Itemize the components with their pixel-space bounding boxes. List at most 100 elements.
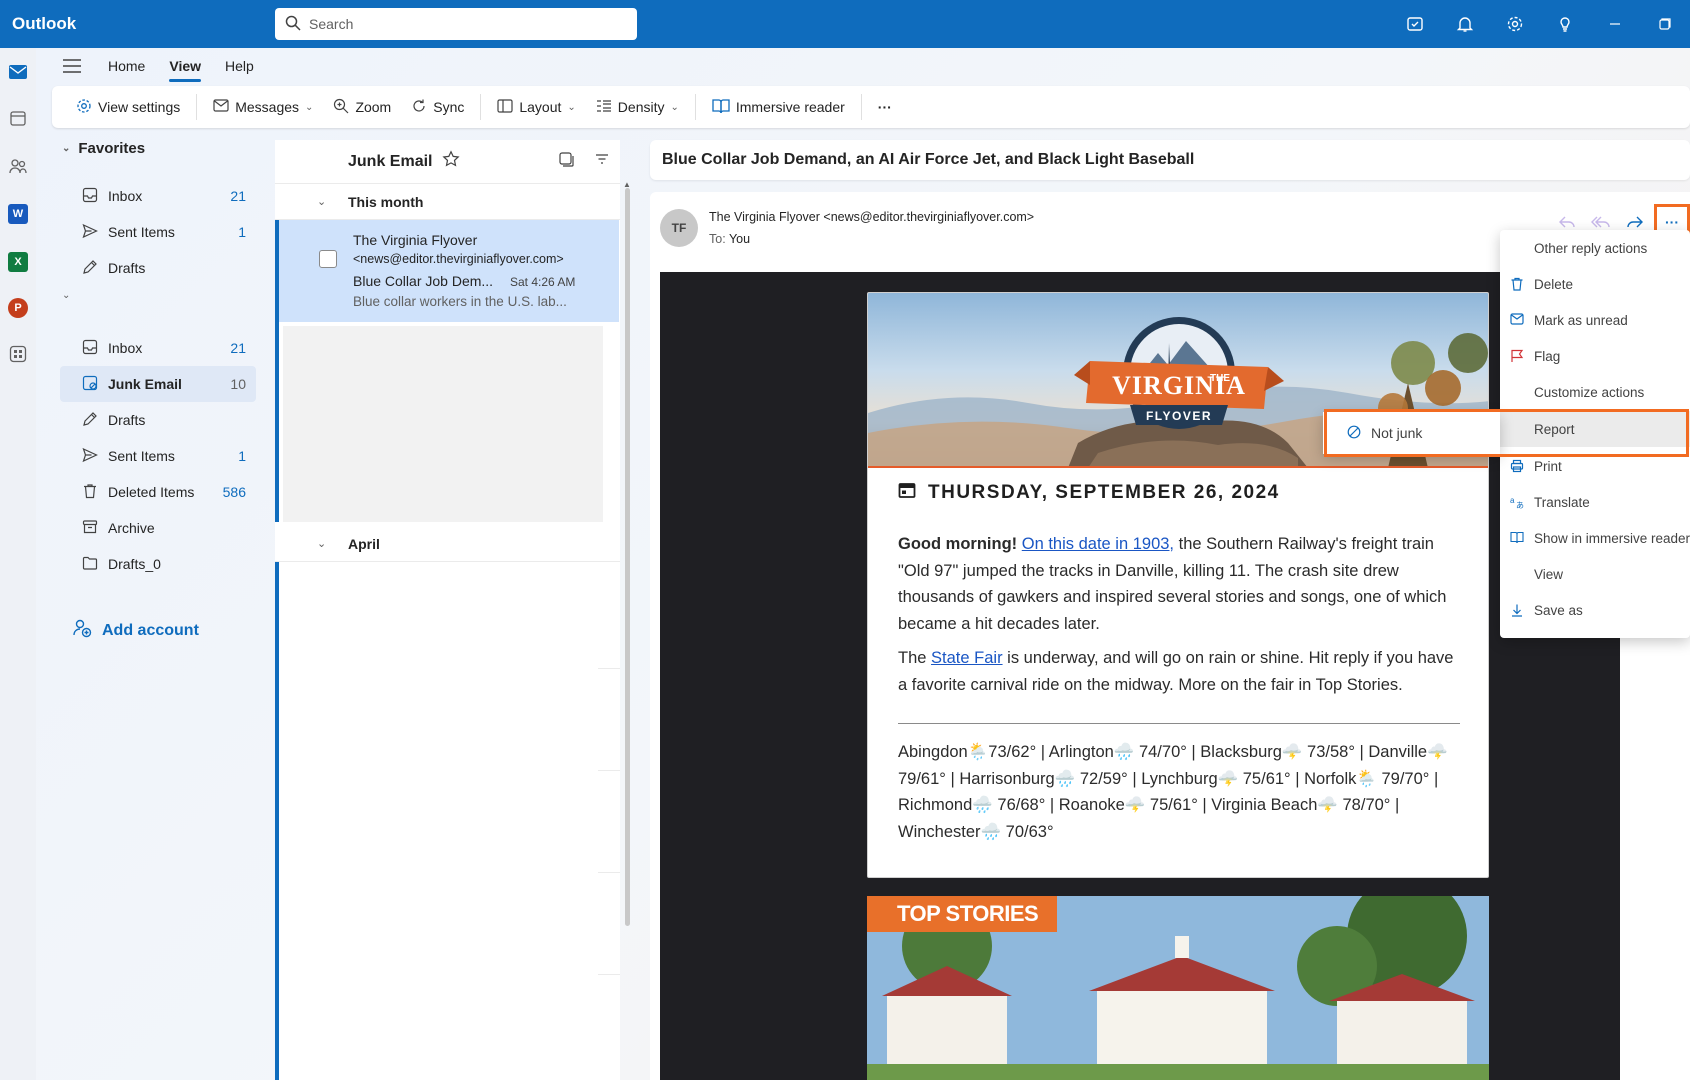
- folder-item-drafts[interactable]: Drafts: [60, 402, 256, 438]
- not-junk-option[interactable]: Not junk: [1371, 425, 1422, 441]
- avatar[interactable]: TF: [660, 209, 698, 247]
- layout-button[interactable]: Layout ⌄: [487, 86, 585, 128]
- archive-icon: [82, 519, 98, 538]
- message-checkbox[interactable]: [319, 250, 337, 268]
- favorites-header[interactable]: ⌄ Favorites: [62, 140, 145, 157]
- menu-item-other-reply-actions[interactable]: Other reply actions: [1500, 230, 1690, 266]
- density-icon: [596, 99, 612, 116]
- menu-item-mark-as-unread[interactable]: Mark as unread: [1500, 302, 1690, 338]
- messages-button[interactable]: Messages ⌄: [203, 86, 323, 128]
- menu-item-label: Save as: [1534, 602, 1583, 618]
- folder-title: Junk Email: [348, 152, 433, 170]
- menu-item-show-in-immersive-reader[interactable]: Show in immersive reader: [1500, 520, 1690, 556]
- mail-app-icon[interactable]: [6, 60, 30, 84]
- add-account-label: Add account: [102, 621, 199, 639]
- account-header[interactable]: ⌄: [62, 290, 70, 301]
- group-header-this-month[interactable]: ⌄ This month: [275, 184, 620, 220]
- zoom-icon: [333, 98, 349, 117]
- printer-icon: [1510, 459, 1524, 476]
- folder-item-favorite-inbox[interactable]: Inbox 21: [60, 178, 256, 214]
- app-name[interactable]: Outlook: [12, 14, 275, 34]
- message-subject: Blue Collar Job Dem...: [353, 273, 494, 289]
- density-button[interactable]: Density ⌄: [586, 86, 689, 128]
- scrollbar[interactable]: [625, 188, 630, 926]
- tab-help[interactable]: Help: [213, 48, 266, 84]
- powerpoint-app-icon[interactable]: P: [6, 296, 30, 320]
- search-placeholder[interactable]: Search: [309, 16, 353, 32]
- excel-app-icon[interactable]: X: [6, 250, 30, 274]
- lightbulb-icon[interactable]: [1540, 0, 1590, 48]
- title-bar: Outlook Search: [0, 0, 1690, 48]
- menu-item-save-as[interactable]: Save as: [1500, 592, 1690, 628]
- state-fair-link[interactable]: State Fair: [931, 649, 1003, 667]
- unread-count: 1: [238, 448, 246, 464]
- view-settings-button[interactable]: View settings: [66, 86, 190, 128]
- hamburger-menu-icon[interactable]: [52, 59, 96, 73]
- bell-icon[interactable]: [1440, 0, 1490, 48]
- loading-placeholder: [283, 326, 603, 522]
- paragraph-2-start: The: [898, 649, 932, 667]
- tab-home[interactable]: Home: [96, 48, 157, 84]
- folder-item-junk-email[interactable]: Junk Email 10: [60, 366, 256, 402]
- star-icon[interactable]: [442, 150, 461, 173]
- gear-icon[interactable]: [1490, 0, 1540, 48]
- immersive-reader-button[interactable]: Immersive reader: [702, 86, 855, 128]
- newsletter-date-row: THURSDAY, SEPTEMBER 26, 2024: [898, 481, 1280, 505]
- menu-item-delete[interactable]: Delete: [1500, 266, 1690, 302]
- menu-item-customize-actions[interactable]: Customize actions: [1500, 374, 1690, 410]
- chevron-down-icon: ⌄: [317, 538, 327, 550]
- menu-item-print[interactable]: Print: [1500, 448, 1690, 484]
- folder-item-drafts-0[interactable]: Drafts_0: [60, 546, 256, 582]
- menu-item-report[interactable]: Report: [1500, 411, 1690, 447]
- sender-line[interactable]: The Virginia Flyover <news@editor.thevir…: [709, 210, 1034, 224]
- folder-item-archive[interactable]: Archive: [60, 510, 256, 546]
- group-header-april[interactable]: ⌄ April: [275, 526, 620, 562]
- more-options-button[interactable]: ···: [868, 86, 902, 128]
- folder-item-favorite-drafts[interactable]: Drafts: [60, 250, 256, 286]
- unread-count: 21: [230, 188, 246, 204]
- menu-item-view[interactable]: View: [1500, 556, 1690, 592]
- message-sender: The Virginia Flyover: [353, 232, 478, 248]
- immersive-reader-icon: [712, 98, 730, 117]
- sync-icon: [411, 98, 427, 117]
- immersive-reader-label: Immersive reader: [735, 99, 845, 115]
- recipient-line: To: You: [709, 232, 750, 246]
- search-box[interactable]: Search: [275, 8, 637, 40]
- row-divider: [598, 770, 620, 771]
- my-day-icon[interactable]: [1390, 0, 1440, 48]
- view-settings-label: View settings: [98, 99, 181, 115]
- density-label: Density: [617, 99, 665, 115]
- folder-label: Inbox: [108, 340, 143, 356]
- restore-icon[interactable]: [1640, 0, 1690, 48]
- message-item[interactable]: The Virginia Flyover <news@editor.thevir…: [275, 220, 619, 322]
- more-apps-icon[interactable]: [6, 342, 30, 366]
- folder-item-deleted-items[interactable]: Deleted Items 586: [60, 474, 256, 510]
- folder-item-sent-items[interactable]: Sent Items 1: [60, 438, 256, 474]
- ribbon-tabs: Home View Help: [52, 48, 266, 84]
- tab-view[interactable]: View: [157, 48, 213, 84]
- favorites-label: Favorites: [78, 140, 146, 157]
- on-this-date-link[interactable]: On this date in 1903,: [1022, 535, 1174, 553]
- menu-item-translate[interactable]: aあ Translate: [1500, 484, 1690, 520]
- add-account-button[interactable]: Add account: [72, 618, 199, 643]
- gear-icon: [76, 98, 92, 117]
- not-junk-icon: [1347, 425, 1361, 442]
- calendar-app-icon[interactable]: [6, 106, 30, 130]
- translate-icon: aあ: [1510, 495, 1524, 512]
- folder-item-inbox[interactable]: Inbox 21: [60, 330, 256, 366]
- filter-icon[interactable]: [594, 151, 610, 172]
- recipient-name[interactable]: You: [729, 232, 750, 246]
- minimize-icon[interactable]: [1590, 0, 1640, 48]
- folder-item-favorite-sent-items[interactable]: Sent Items 1: [60, 214, 256, 250]
- add-person-icon: [72, 618, 92, 643]
- select-mode-icon[interactable]: [558, 151, 574, 172]
- message-preview: Blue collar workers in the U.S. lab...: [353, 294, 567, 309]
- menu-item-flag[interactable]: Flag: [1500, 338, 1690, 374]
- people-app-icon[interactable]: [6, 154, 30, 178]
- messages-label: Messages: [235, 99, 300, 115]
- zoom-button[interactable]: Zoom: [323, 86, 401, 128]
- menu-item-label: Customize actions: [1534, 384, 1645, 400]
- sync-button[interactable]: Sync: [401, 86, 474, 128]
- word-app-icon[interactable]: W: [6, 202, 30, 226]
- email-body: VIRGINIA THE FLYOVER THURSDAY, SEPTEMBER…: [660, 272, 1620, 1080]
